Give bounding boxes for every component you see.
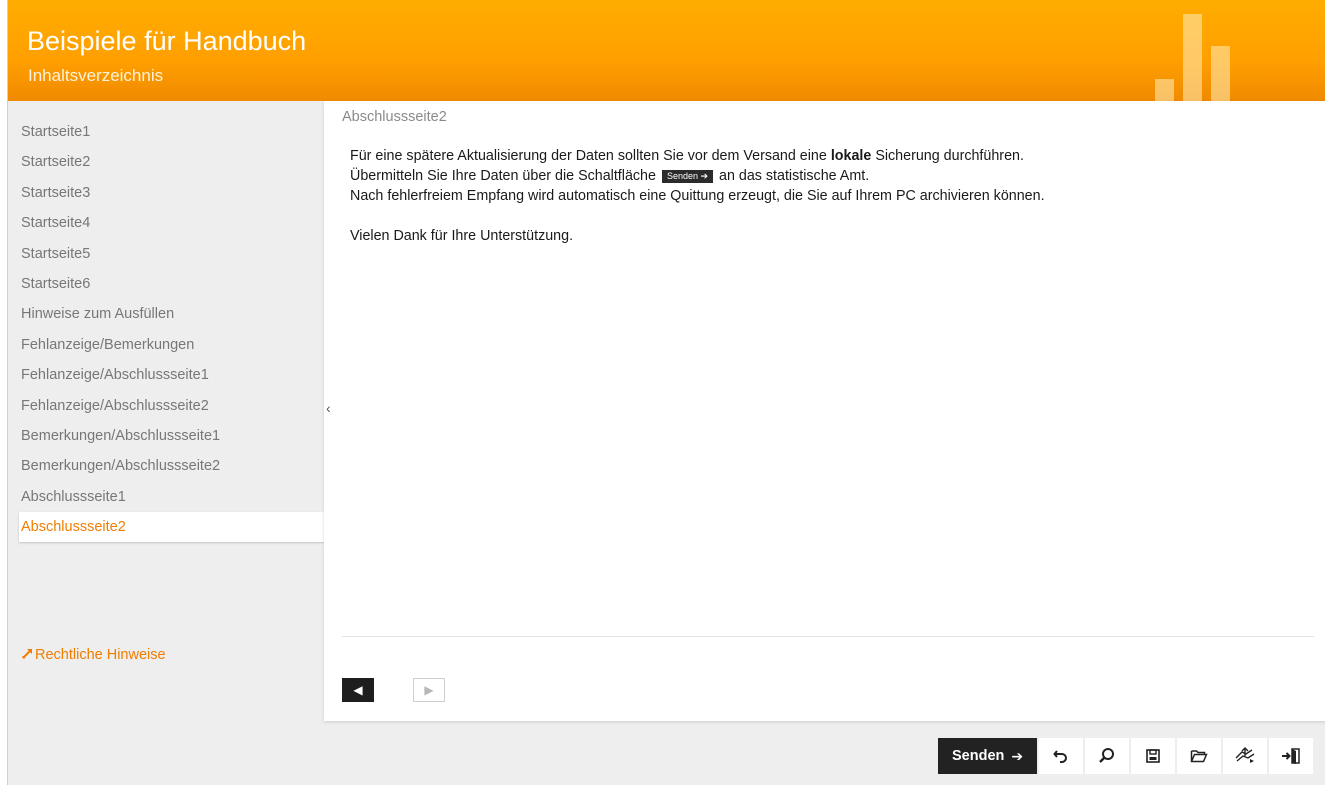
sidebar-item[interactable]: Startseite6	[8, 269, 324, 299]
info-text: Übermitteln Sie Ihre Daten über die Scha…	[350, 168, 660, 184]
header: Beispiele für Handbuch Inhaltsverzeichni…	[8, 0, 1325, 101]
search-button[interactable]	[1085, 738, 1130, 774]
open-folder-icon	[1190, 750, 1208, 763]
thanks-line: Vielen Dank für Ihre Unterstützung.	[350, 228, 574, 244]
inline-send-button-image: Senden ➔	[661, 170, 714, 183]
export-icon	[1235, 747, 1255, 763]
info-text: an das statistische Amt.	[715, 168, 870, 184]
sidebar-item[interactable]: Startseite4	[8, 208, 324, 238]
logo-bar	[1211, 46, 1230, 101]
info-text: Für eine spätere Aktualisierung der Date…	[350, 148, 831, 164]
info-line-1: Für eine spätere Aktualisierung der Date…	[350, 146, 1310, 166]
page-title: Abschlussseite2	[342, 109, 447, 125]
sidebar-item[interactable]: Startseite3	[8, 178, 324, 208]
exit-button[interactable]	[1269, 738, 1314, 774]
logo-bar	[1155, 79, 1174, 101]
external-link-icon	[22, 648, 34, 662]
save-icon	[1146, 749, 1160, 763]
info-line-2: Übermitteln Sie Ihre Daten über die Scha…	[350, 166, 1310, 186]
info-bold-text: lokale	[830, 148, 872, 164]
table-of-contents: Startseite1 Startseite2 Startseite3 Star…	[8, 117, 324, 543]
header-subtitle: Inhaltsverzeichnis	[28, 66, 164, 85]
collapse-sidebar-toggle[interactable]: ‹	[326, 400, 331, 416]
sidebar-item-active[interactable]: Abschlussseite2	[19, 512, 324, 543]
send-button[interactable]: Senden ➔	[938, 738, 1038, 774]
legal-notice-link[interactable]: Rechtliche Hinweise	[22, 647, 166, 663]
caret-right-icon: ▶	[424, 683, 434, 697]
arrow-right-icon: ➔	[1011, 747, 1024, 764]
sidebar-item[interactable]: Bemerkungen/Abschlussseite2	[8, 451, 324, 481]
sidebar-item[interactable]: Startseite5	[8, 239, 324, 269]
app-title: Beispiele für Handbuch	[27, 26, 307, 56]
sidebar-item[interactable]: Startseite1	[8, 117, 324, 147]
save-button[interactable]	[1131, 738, 1176, 774]
sidebar-item[interactable]: Fehlanzeige/Bemerkungen	[8, 330, 324, 360]
content-body: Für eine spätere Aktualisierung der Date…	[350, 146, 1310, 246]
sidebar-item[interactable]: Hinweise zum Ausfüllen	[8, 299, 324, 329]
bottom-toolbar: Senden ➔	[938, 738, 1314, 774]
content-panel: Abschlussseite2 Für eine spätere Aktuali…	[324, 101, 1325, 721]
send-button-label: Senden	[952, 748, 1005, 764]
logo-bar	[1183, 14, 1202, 101]
next-page-button[interactable]: ▶	[413, 678, 445, 702]
info-line-3: Nach fehlerfreiem Empfang wird automatis…	[350, 188, 1045, 204]
search-icon	[1099, 748, 1115, 763]
app-frame: Beispiele für Handbuch Inhaltsverzeichni…	[7, 0, 1325, 785]
sidebar-item[interactable]: Fehlanzeige/Abschlussseite2	[8, 391, 324, 421]
sidebar-item[interactable]: Bemerkungen/Abschlussseite1	[8, 421, 324, 451]
sidebar-item[interactable]: Fehlanzeige/Abschlussseite1	[8, 360, 324, 390]
logo-bars	[1155, 14, 1235, 101]
open-button[interactable]	[1177, 738, 1222, 774]
sidebar-item[interactable]: Startseite2	[8, 147, 324, 177]
caret-left-icon: ◀	[353, 683, 363, 697]
sidebar-item[interactable]: Abschlussseite1	[8, 482, 324, 512]
previous-page-button[interactable]: ◀	[342, 678, 374, 702]
undo-icon	[1053, 750, 1068, 763]
legal-notice-label: Rechtliche Hinweise	[35, 647, 166, 663]
export-button[interactable]	[1223, 738, 1268, 774]
undo-button[interactable]	[1039, 738, 1084, 774]
exit-icon	[1282, 748, 1300, 764]
divider	[342, 636, 1314, 637]
info-text: Sicherung durchführen.	[871, 148, 1024, 164]
sidebar: Startseite1 Startseite2 Startseite3 Star…	[8, 101, 324, 721]
